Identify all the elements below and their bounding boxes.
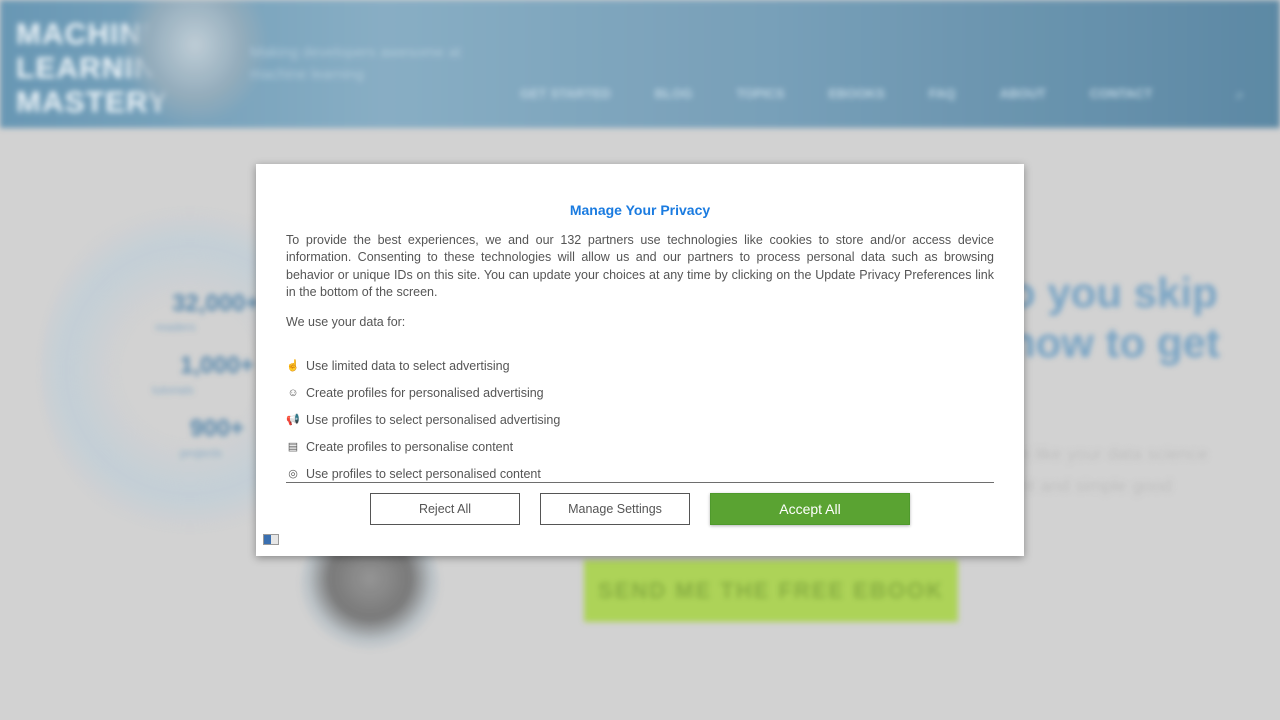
privacy-modal: Manage Your Privacy To provide the best …: [256, 164, 1024, 556]
data-use-label: We use your data for:: [286, 315, 406, 329]
purpose-item: ◎ Use profiles to select personalised co…: [286, 460, 994, 482]
purpose-item: 📢 Use profiles to select personalised ad…: [286, 406, 994, 433]
document-icon: ▤: [287, 440, 299, 453]
face-icon: ☺: [287, 386, 299, 399]
language-flag-icon[interactable]: [263, 534, 279, 545]
hand-pointer-icon: ☝: [286, 359, 300, 372]
purpose-list[interactable]: ☝ Use limited data to select advertising…: [286, 352, 994, 483]
purpose-label: Use limited data to select advertising: [306, 358, 510, 373]
modal-intro-text: To provide the best experiences, we and …: [286, 233, 994, 300]
modal-title: Manage Your Privacy: [569, 202, 711, 218]
purpose-label: Create profiles to personalise content: [306, 439, 514, 454]
purpose-label: Create profiles for personalised adverti…: [306, 385, 544, 400]
accept-all-button[interactable]: Accept All: [710, 493, 910, 525]
reject-all-button[interactable]: Reject All: [370, 493, 520, 525]
purpose-label: Use profiles to select personalised cont…: [306, 466, 541, 481]
manage-settings-button[interactable]: Manage Settings: [540, 493, 690, 525]
target-icon: ◎: [288, 467, 298, 480]
purpose-label: Use profiles to select personalised adve…: [306, 412, 561, 427]
megaphone-icon: 📢: [286, 413, 300, 426]
purpose-item: ☝ Use limited data to select advertising: [286, 352, 994, 379]
purpose-item: ☺ Create profiles for personalised adver…: [286, 379, 994, 406]
purpose-item: ▤ Create profiles to personalise content: [286, 433, 994, 460]
